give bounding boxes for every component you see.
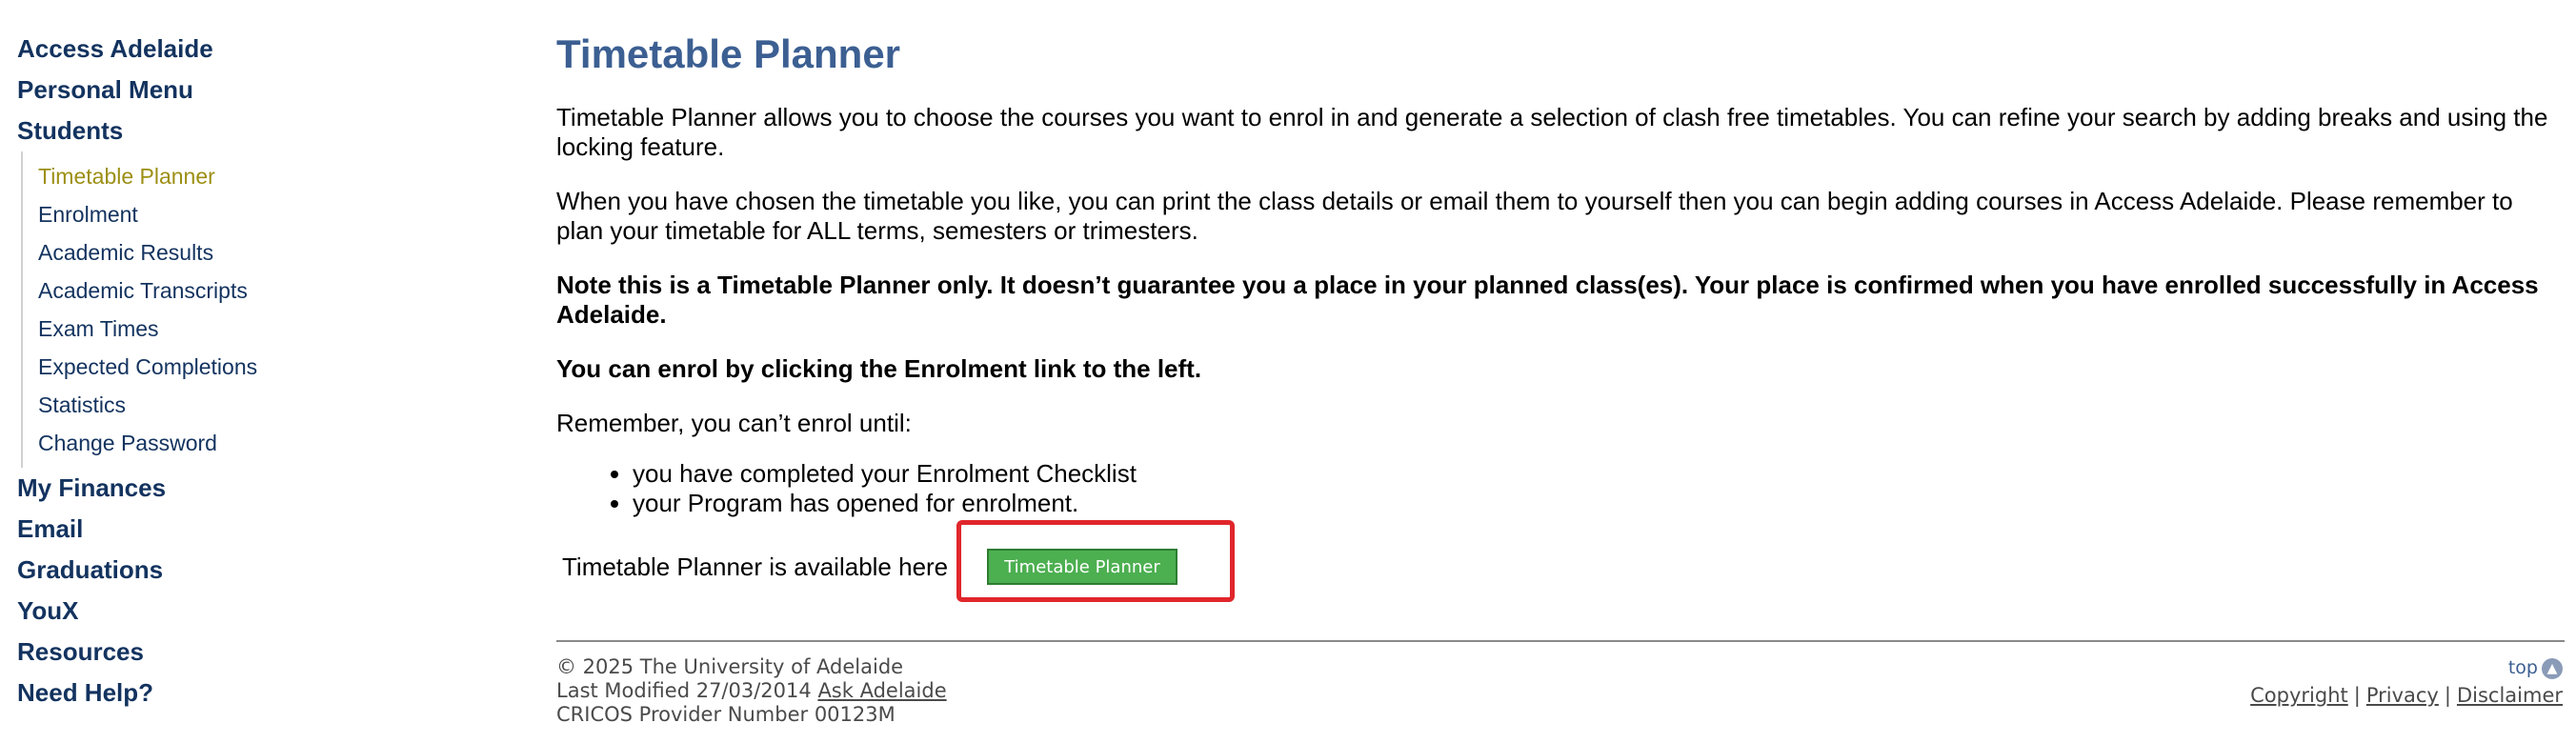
intro-paragraph: Timetable Planner allows you to choose t… <box>556 103 2548 161</box>
footer-divider <box>556 640 2565 642</box>
note-paragraph: Note this is a Timetable Planner only. I… <box>556 271 2539 329</box>
page: Access Adelaide Personal Menu Students T… <box>0 0 2576 743</box>
nav-resources[interactable]: Resources <box>17 632 513 673</box>
nav-email[interactable]: Email <box>17 509 513 550</box>
instructions-paragraph: When you have chosen the timetable you l… <box>556 187 2513 245</box>
nav-change-password[interactable]: Change Password <box>38 424 513 462</box>
enrol-note: You can enrol by clicking the Enrolment … <box>556 354 1202 383</box>
top-label: top <box>2507 657 2538 678</box>
remember-text: Remember, you can’t enrol until: <box>556 409 912 437</box>
ask-adelaide-link[interactable]: Ask Adelaide <box>817 679 946 702</box>
nav-my-finances[interactable]: My Finances <box>17 468 513 509</box>
disclaimer-link[interactable]: Disclaimer <box>2457 684 2563 707</box>
nav-students[interactable]: Students <box>17 110 513 151</box>
nav-youx[interactable]: YouX <box>17 591 513 632</box>
sidebar: Access Adelaide Personal Menu Students T… <box>17 29 513 713</box>
nav-academic-results[interactable]: Academic Results <box>38 233 513 271</box>
planner-row: Timetable Planner is available here Time… <box>556 520 2566 615</box>
footer-last-modified: Last Modified 27/03/2014 <box>556 679 812 702</box>
back-to-top-link[interactable]: top ▲ <box>2508 656 2563 680</box>
page-title: Timetable Planner <box>556 31 901 76</box>
nav-timetable-planner[interactable]: Timetable Planner <box>38 157 513 195</box>
legal-links: Copyright | Privacy | Disclaimer <box>2250 684 2563 708</box>
nav-access-adelaide[interactable]: Access Adelaide <box>17 29 513 70</box>
nav-personal-menu[interactable]: Personal Menu <box>17 70 513 110</box>
nav-exam-times[interactable]: Exam Times <box>38 310 513 348</box>
separator: | <box>2444 684 2451 707</box>
requirements-list: you have completed your Enrolment Checkl… <box>556 459 2566 518</box>
timetable-planner-button[interactable]: Timetable Planner <box>987 549 1177 585</box>
nav-expected-completions[interactable]: Expected Completions <box>38 348 513 386</box>
footer-info: © 2025 The University of Adelaide Last M… <box>556 655 947 727</box>
footer-cricos: CRICOS Provider Number 00123M <box>556 703 896 726</box>
nav-graduations[interactable]: Graduations <box>17 550 513 591</box>
privacy-link[interactable]: Privacy <box>2366 684 2439 707</box>
separator: | <box>2353 684 2361 707</box>
arrow-up-icon: ▲ <box>2542 657 2563 679</box>
list-item: your Program has opened for enrolment. <box>633 489 2566 518</box>
nav-enrolment[interactable]: Enrolment <box>38 195 513 233</box>
copyright-link[interactable]: Copyright <box>2250 684 2348 707</box>
nav-academic-transcripts[interactable]: Academic Transcripts <box>38 271 513 310</box>
main-content: Timetable Planner Timetable Planner allo… <box>556 27 2566 615</box>
footer-last-modified-line: Last Modified 27/03/2014 Ask Adelaide <box>556 679 947 703</box>
students-submenu: Timetable Planner Enrolment Academic Res… <box>21 151 513 468</box>
list-item: you have completed your Enrolment Checkl… <box>633 459 2566 489</box>
nav-need-help[interactable]: Need Help? <box>17 673 513 713</box>
footer-copyright: © 2025 The University of Adelaide <box>556 655 904 678</box>
footer-links: top ▲ Copyright | Privacy | Disclaimer <box>2250 655 2563 708</box>
planner-available-text: Timetable Planner is available here <box>562 552 949 581</box>
nav-statistics[interactable]: Statistics <box>38 386 513 424</box>
